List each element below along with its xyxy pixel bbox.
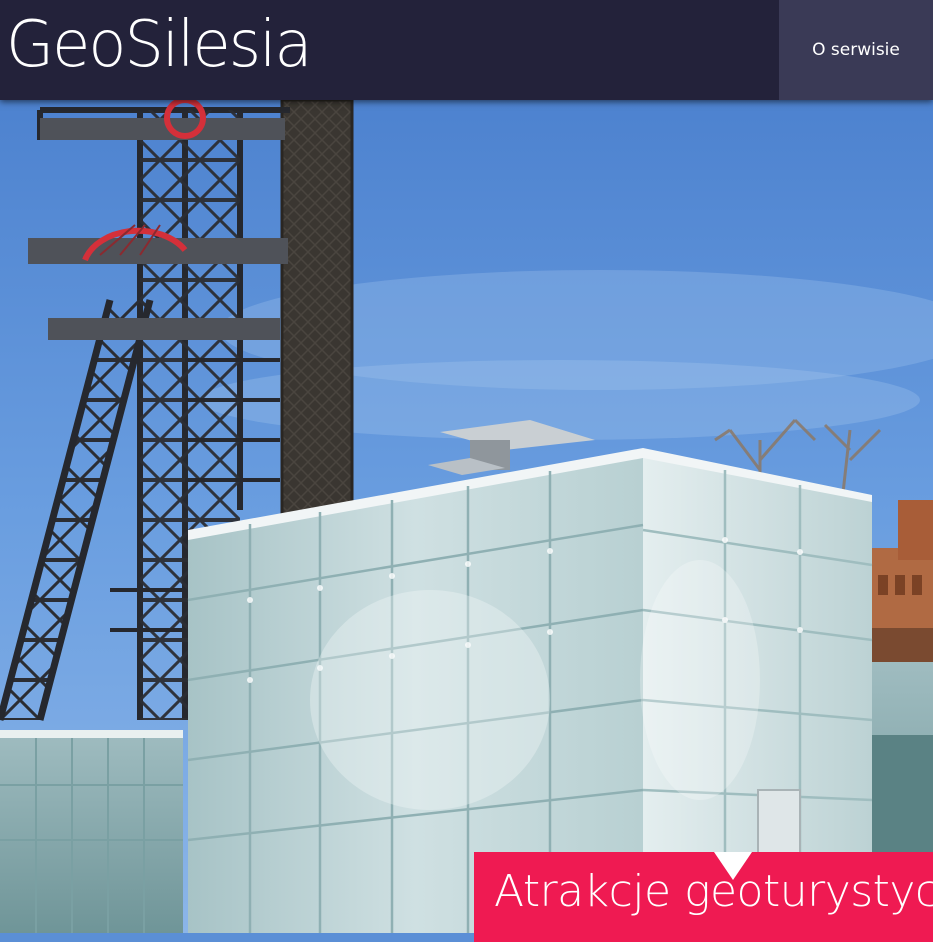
nav-link-about[interactable]: O serwisie	[812, 40, 900, 60]
chevron-down-icon	[714, 852, 752, 880]
nav-item-about[interactable]: O serwisie	[779, 0, 933, 100]
attractions-banner[interactable]: Atrakcje geoturystyczne	[474, 852, 933, 942]
site-logo[interactable]: GeoSilesia	[6, 2, 313, 88]
hero-photo	[0, 100, 933, 933]
top-bar: GeoSilesia O serwisie	[0, 0, 933, 100]
